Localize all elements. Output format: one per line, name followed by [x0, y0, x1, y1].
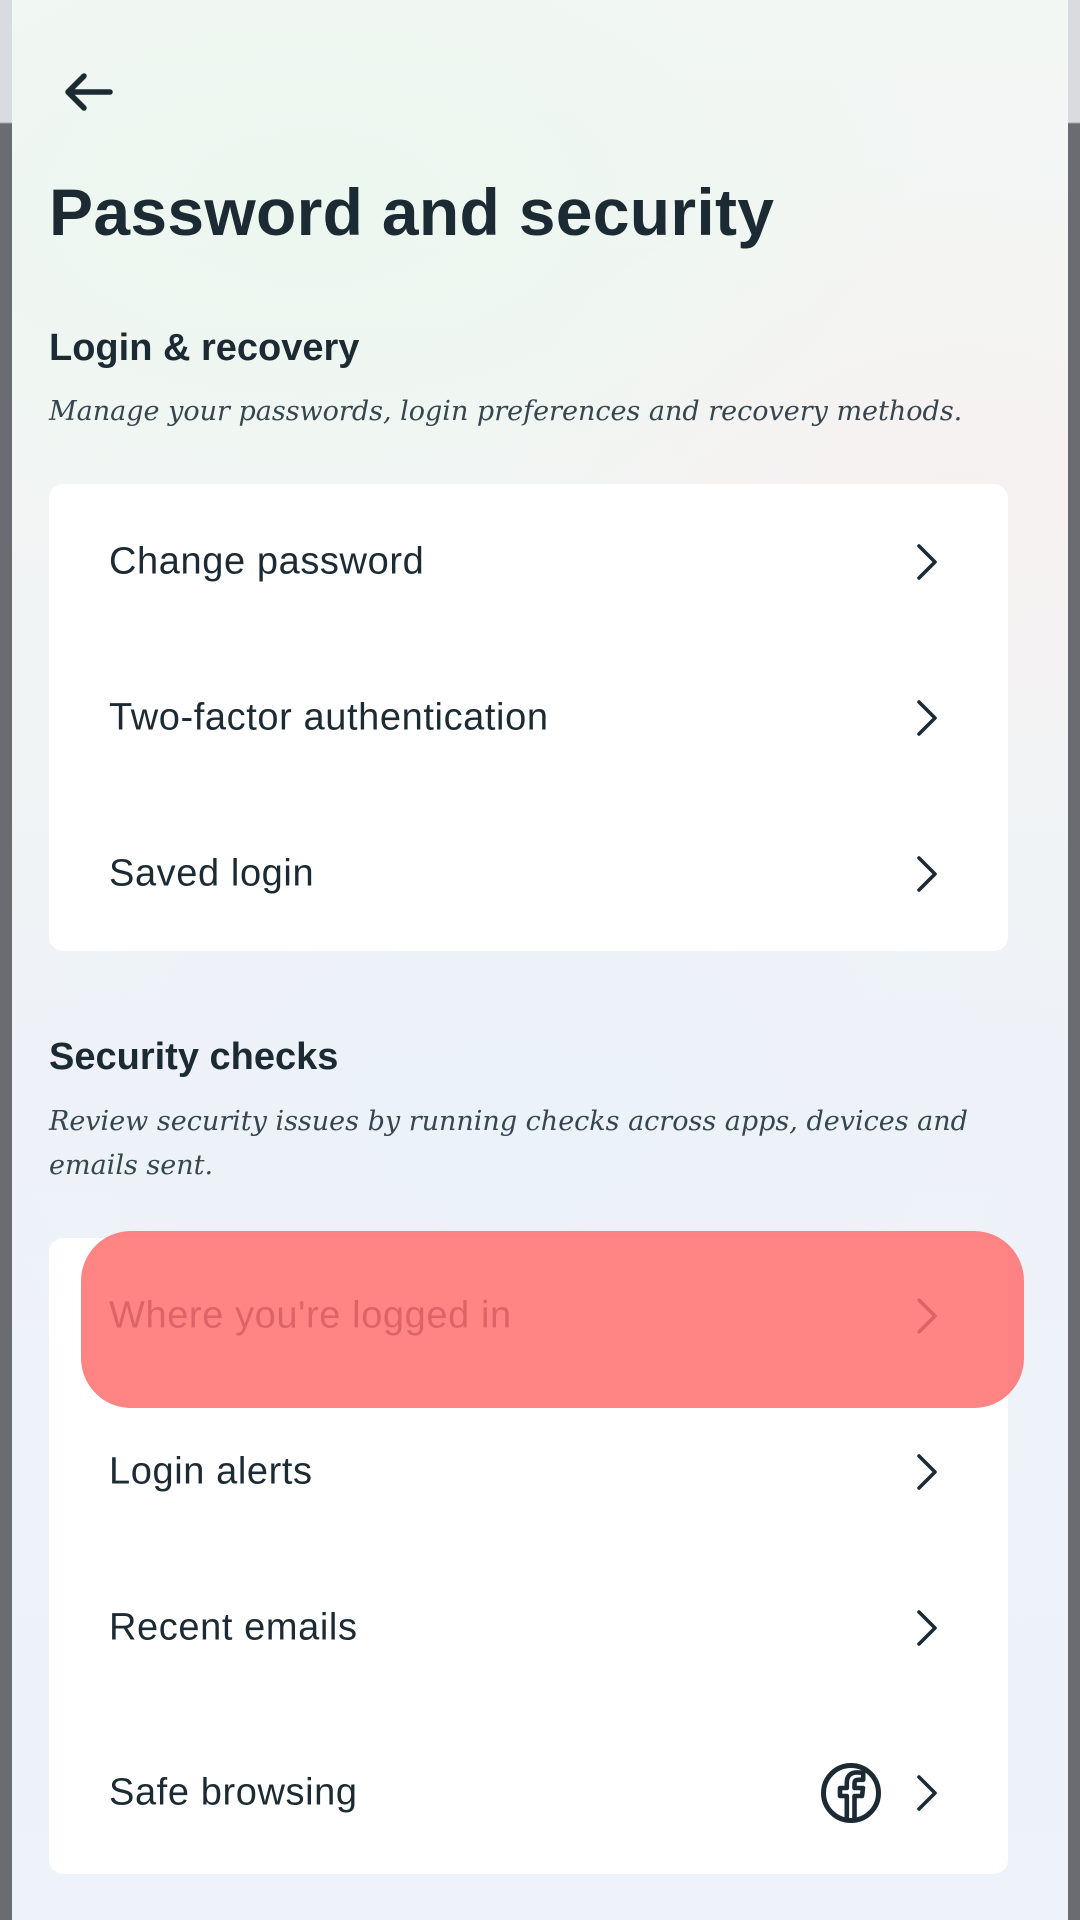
section-title-security-checks: Security checks [49, 1036, 339, 1078]
left-edge [0, 0, 12, 1920]
row-label: Saved login [109, 852, 315, 895]
row-login-alerts[interactable]: Login alerts [49, 1394, 1008, 1550]
row-saved-login[interactable]: Saved login [49, 796, 1008, 952]
section-title-login-recovery: Login & recovery [49, 327, 360, 369]
page-title: Password and security [49, 175, 775, 249]
chevron-right-icon [917, 544, 937, 580]
row-label: Where you're logged in [109, 1294, 512, 1337]
login-recovery-card: Change password Two-factor authenticatio… [49, 484, 1008, 951]
row-recent-emails[interactable]: Recent emails [49, 1550, 1008, 1706]
chevron-right-icon [917, 1775, 937, 1811]
section-description-login-recovery: Manage your passwords, login preferences… [49, 396, 963, 427]
row-change-password[interactable]: Change password [49, 484, 1008, 640]
row-two-factor-authentication[interactable]: Two-factor authentication [49, 640, 1008, 796]
facebook-icon [821, 1763, 881, 1823]
row-label: Recent emails [109, 1606, 358, 1649]
chevron-right-icon [917, 856, 937, 892]
chevron-right-icon [917, 1454, 937, 1490]
chevron-right-icon [917, 1298, 937, 1334]
right-edge [1068, 0, 1080, 1920]
section-description-security-checks: Review security issues by running checks… [49, 1106, 968, 1181]
row-label: Change password [109, 540, 425, 583]
row-where-youre-logged-in[interactable]: Where you're logged in [49, 1238, 1008, 1394]
chevron-right-icon [917, 1610, 937, 1646]
chevron-right-icon [917, 700, 937, 736]
row-label: Two-factor authentication [109, 696, 549, 739]
security-checks-card: Where you're logged in Login alerts Rece… [49, 1238, 1008, 1874]
row-label: Login alerts [109, 1450, 313, 1493]
back-arrow-icon [65, 73, 113, 111]
row-safe-browsing[interactable]: Safe browsing [49, 1712, 1008, 1874]
row-label: Safe browsing [109, 1771, 358, 1814]
back-button[interactable] [48, 56, 128, 128]
